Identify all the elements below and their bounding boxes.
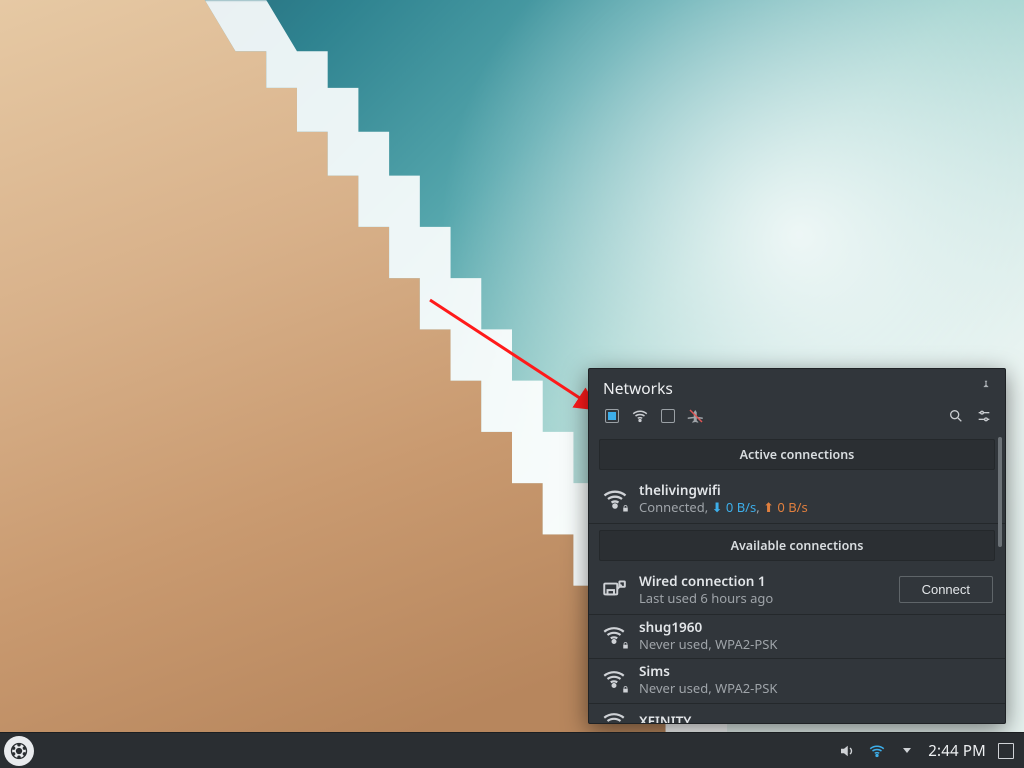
available-connection-row[interactable]: XFINITY — [589, 704, 1005, 724]
wifi-secured-icon — [601, 622, 629, 650]
connection-name: thelivingwifi — [639, 482, 993, 499]
popup-header: Networks — [589, 369, 1005, 403]
connection-text: Wired connection 1 Last used 6 hours ago — [639, 573, 889, 606]
wired-toggle[interactable] — [659, 407, 677, 425]
connection-text: shug1960 Never used, WPA2-PSK — [639, 619, 993, 652]
available-connection-row[interactable]: Wired connection 1 Last used 6 hours ago… — [589, 567, 1005, 615]
connection-status: Connected, ⬇ 0 B/s, ⬆ 0 B/s — [639, 499, 993, 515]
taskbar: 2:44 PM — [0, 732, 1024, 768]
active-connection-row[interactable]: thelivingwifi Connected, ⬇ 0 B/s, ⬆ 0 B/… — [589, 476, 1005, 524]
pin-icon[interactable] — [979, 379, 993, 397]
ethernet-icon — [601, 576, 629, 604]
networks-popup: Networks Active connections — [588, 368, 1006, 724]
lock-icon — [619, 503, 631, 515]
clock[interactable]: 2:44 PM — [928, 741, 986, 761]
popup-toolbar — [589, 403, 1005, 433]
network-tray-icon[interactable] — [868, 742, 886, 760]
connect-button[interactable]: Connect — [899, 576, 993, 603]
connection-sub: Never used, WPA2-PSK — [639, 636, 993, 652]
volume-icon[interactable] — [838, 742, 856, 760]
wifi-icon[interactable] — [631, 407, 649, 425]
section-active-connections: Active connections — [599, 439, 995, 470]
connection-sub: Last used 6 hours ago — [639, 590, 889, 606]
connection-text: thelivingwifi Connected, ⬇ 0 B/s, ⬆ 0 B/… — [639, 482, 993, 515]
airplane-mode-icon[interactable] — [687, 407, 705, 425]
wifi-secured-icon — [601, 485, 629, 513]
show-desktop-button[interactable] — [998, 743, 1014, 759]
connection-name: XFINITY — [639, 713, 993, 723]
section-available-connections: Available connections — [599, 530, 995, 561]
connection-text: XFINITY — [639, 713, 993, 723]
settings-sliders-icon[interactable] — [975, 407, 993, 425]
wifi-icon — [601, 708, 629, 724]
available-connection-row[interactable]: Sims Never used, WPA2-PSK — [589, 659, 1005, 703]
popup-title: Networks — [603, 377, 979, 399]
start-button[interactable] — [4, 736, 34, 766]
connections-body: Active connections thelivingwifi Connect… — [589, 433, 1005, 723]
wifi-secured-icon — [601, 666, 629, 694]
available-connection-row[interactable]: shug1960 Never used, WPA2-PSK — [589, 615, 1005, 659]
scrollbar-thumb[interactable] — [998, 437, 1002, 547]
tray-expand-icon[interactable] — [898, 742, 916, 760]
connection-text: Sims Never used, WPA2-PSK — [639, 663, 993, 696]
lock-icon — [619, 640, 631, 652]
connection-name: Sims — [639, 663, 993, 680]
connection-name: Wired connection 1 — [639, 573, 889, 590]
networking-toggle[interactable] — [603, 407, 621, 425]
system-tray: 2:44 PM — [838, 741, 1014, 761]
connection-name: shug1960 — [639, 619, 993, 636]
lock-icon — [619, 684, 631, 696]
connection-sub: Never used, WPA2-PSK — [639, 680, 993, 696]
search-icon[interactable] — [947, 407, 965, 425]
